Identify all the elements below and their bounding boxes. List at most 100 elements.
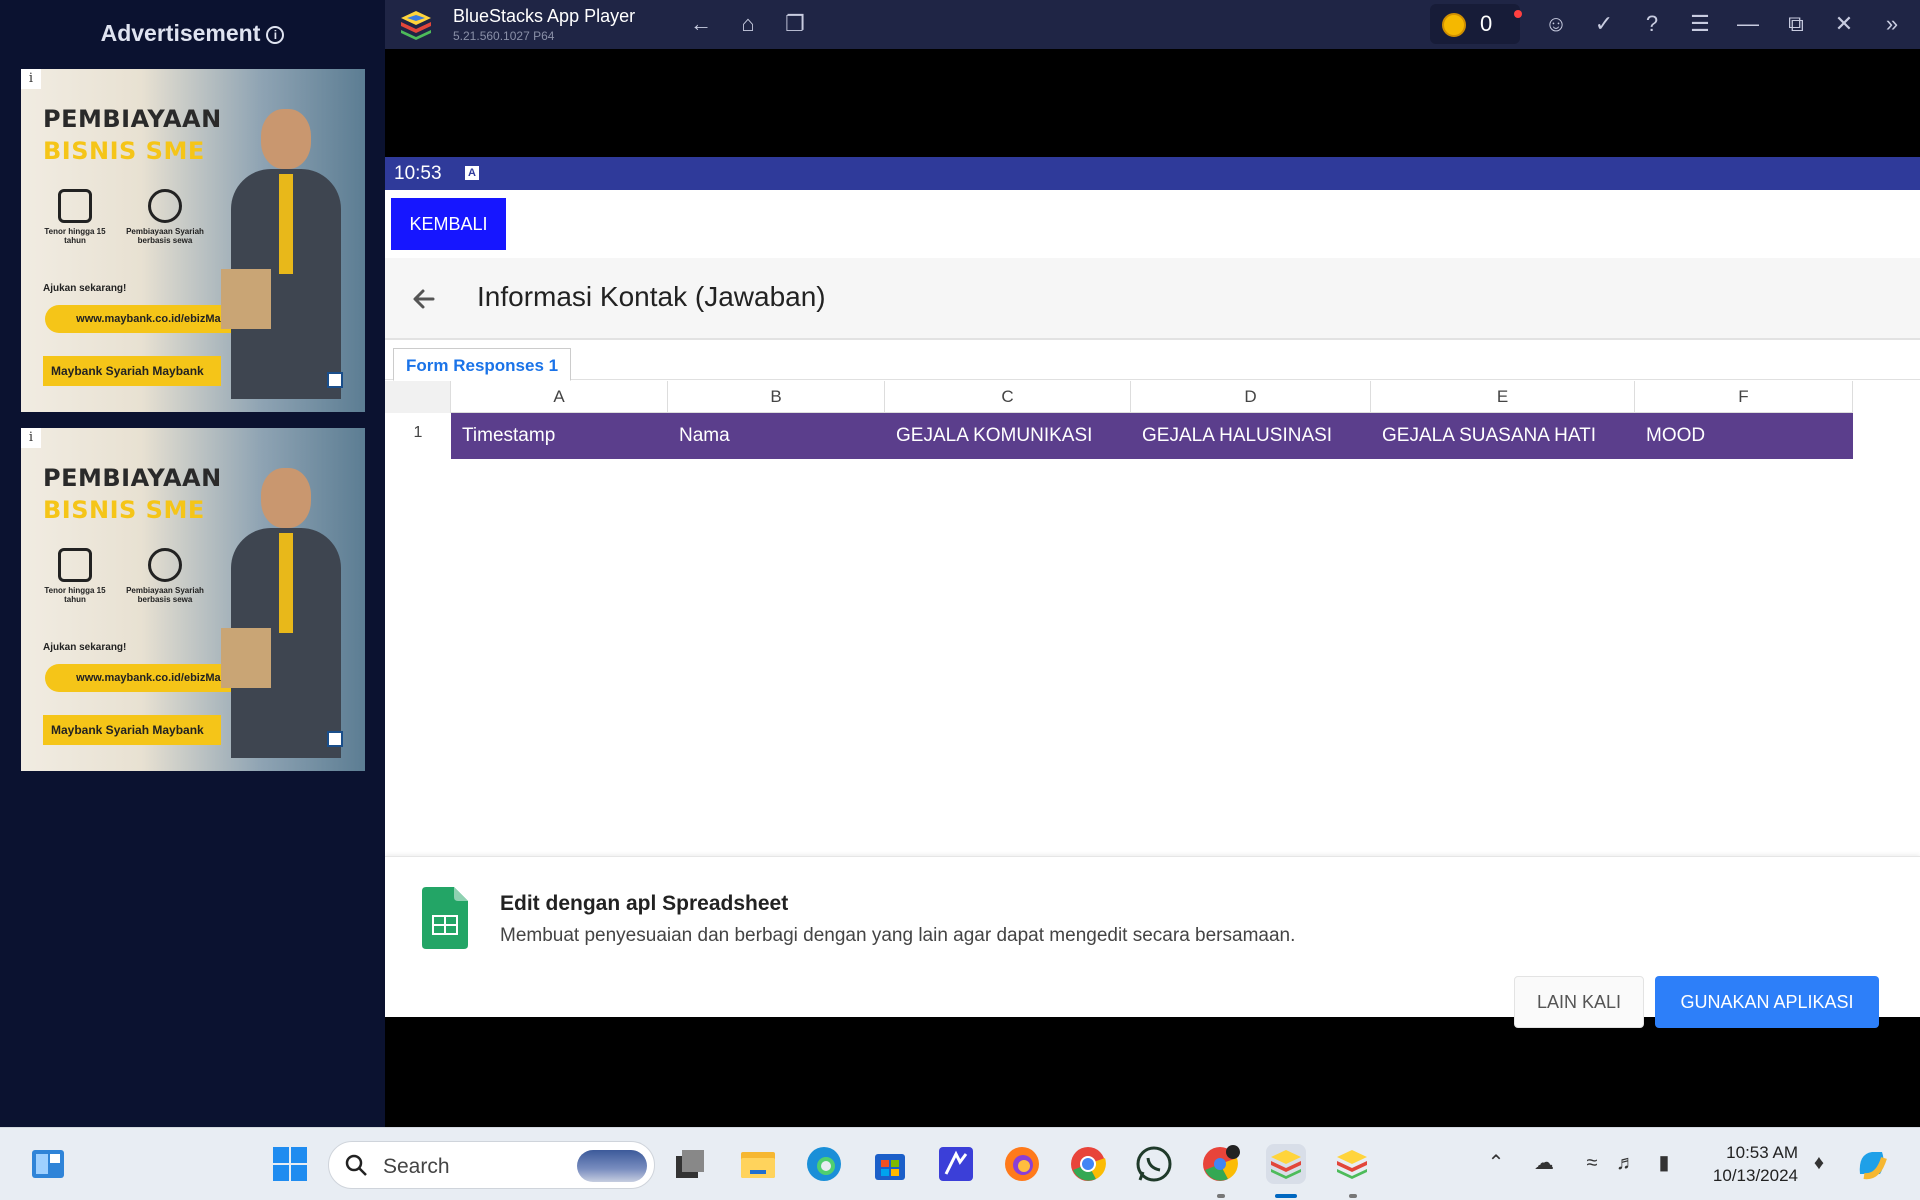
bluestacks-logo-icon	[401, 11, 431, 40]
ad-panel: Advertisement i i PEMBIAYAAN BISNIS SME T…	[0, 0, 385, 1127]
banner-description: Membuat penyesuaian dan berbagi dengan y…	[500, 925, 1296, 946]
column-header-row: A B C D E F	[385, 381, 1853, 413]
back-icon[interactable]: ←	[687, 10, 715, 38]
later-button[interactable]: LAIN KALI	[1514, 976, 1644, 1028]
ad-feature: Pembiayaan Syariah berbasis sewa	[125, 548, 205, 604]
coin-icon	[1442, 13, 1466, 37]
use-app-button[interactable]: GUNAKAN APLIKASI	[1655, 976, 1879, 1028]
ad-logos: Maybank Syariah Maybank	[43, 356, 221, 386]
google-sheets-icon	[422, 887, 468, 949]
banner-title: Edit dengan apl Spreadsheet	[500, 892, 789, 915]
ad-feature: Pembiayaan Syariah berbasis sewa	[125, 189, 205, 245]
ad-feature: Tenor hingga 15 tahun	[35, 548, 115, 604]
task-view-icon[interactable]	[670, 1144, 710, 1184]
close-icon[interactable]: ✕	[1830, 10, 1858, 38]
column-header-b[interactable]: B	[668, 381, 885, 413]
copilot-icon[interactable]	[1852, 1144, 1892, 1184]
info-icon[interactable]: i	[266, 25, 285, 44]
coin-hand-icon	[148, 548, 182, 582]
clock-time: 10:53 AM	[1726, 1143, 1798, 1162]
table-cell[interactable]: GEJALA KOMUNIKASI	[885, 413, 1131, 459]
windows-taskbar: Search ⌃ ☁ ≈ ♬ ▮ 10:53 AM 10/13/2024 ♦	[0, 1127, 1920, 1200]
volume-icon[interactable]: ♬	[1613, 1150, 1639, 1176]
file-explorer-icon[interactable]	[738, 1144, 778, 1184]
status-notification-icon: A	[465, 166, 479, 180]
ad-title: Advertisement i	[0, 20, 385, 47]
sheets-webview: KEMBALI Informasi Kontak (Jawaban) Form …	[385, 190, 1920, 1017]
search-highlight-image	[577, 1150, 647, 1182]
menu-icon[interactable]: ☰	[1686, 10, 1714, 38]
whatsapp-icon[interactable]	[1134, 1144, 1174, 1184]
coin-balance[interactable]: 0	[1430, 4, 1522, 44]
recent-apps-icon[interactable]: ❐	[781, 10, 809, 38]
column-header-f[interactable]: F	[1635, 381, 1853, 413]
ad-cta-text: Ajukan sekarang!	[43, 642, 127, 653]
account-icon[interactable]: ☺	[1542, 10, 1570, 38]
ad-cta-text: Ajukan sekarang!	[43, 283, 127, 294]
column-header-e[interactable]: E	[1371, 381, 1635, 413]
widgets-icon[interactable]	[28, 1144, 68, 1184]
sheet-tab-bar: Form Responses 1	[385, 342, 1920, 381]
start-icon[interactable]	[270, 1144, 310, 1184]
table-cell[interactable]: GEJALA SUASANA HATI	[1371, 413, 1635, 459]
store-icon[interactable]	[870, 1144, 910, 1184]
ad-headline: PEMBIAYAAN	[43, 105, 222, 133]
android-status-bar: 10:53 A	[385, 157, 1920, 190]
ad-headline-accent: BISNIS SME	[43, 496, 205, 524]
onedrive-icon[interactable]: ☁	[1531, 1150, 1557, 1176]
taskbar-search[interactable]: Search	[328, 1141, 655, 1189]
table-cell[interactable]: MOOD	[1635, 413, 1853, 459]
ad-headline: PEMBIAYAAN	[43, 464, 222, 492]
tab-form-responses[interactable]: Form Responses 1	[393, 348, 572, 381]
select-all-corner[interactable]	[385, 381, 451, 413]
firefox-icon[interactable]	[1002, 1144, 1042, 1184]
edge-icon[interactable]	[804, 1144, 844, 1184]
row-number[interactable]: 1	[385, 413, 451, 459]
table-cell[interactable]: Nama	[668, 413, 885, 459]
battery-icon[interactable]: ▮	[1651, 1150, 1677, 1176]
sidebar-toggle-icon[interactable]: »	[1878, 10, 1906, 38]
table-row: 1 Timestamp Nama GEJALA KOMUNIKASI GEJAL…	[385, 413, 1853, 459]
bluestacks-titlebar: BlueStacks App Player 5.21.560.1027 P64 …	[385, 0, 1920, 49]
notification-bell-icon[interactable]: ♦	[1806, 1150, 1832, 1176]
ad-mini-icon	[327, 731, 343, 747]
column-header-c[interactable]: C	[885, 381, 1131, 413]
help-icon[interactable]: ?	[1638, 10, 1666, 38]
ad-mini-icon	[327, 372, 343, 388]
search-placeholder: Search	[383, 1155, 450, 1178]
emulator-screen: 10:53 A KEMBALI Informasi Kontak (Jawaba…	[385, 49, 1920, 1127]
app-version: 5.21.560.1027 P64	[453, 29, 555, 43]
restore-icon[interactable]: ⧉	[1782, 10, 1810, 38]
column-header-d[interactable]: D	[1131, 381, 1371, 413]
minimize-icon[interactable]: —	[1734, 10, 1762, 38]
ad-person-image	[221, 458, 341, 758]
sheet-title: Informasi Kontak (Jawaban)	[477, 281, 826, 312]
system-clock[interactable]: 10:53 AM 10/13/2024	[1688, 1141, 1798, 1187]
ad-card[interactable]: i PEMBIAYAAN BISNIS SME Tenor hingga 15 …	[21, 69, 365, 412]
kembali-button[interactable]: KEMBALI	[391, 198, 506, 250]
chevron-up-icon[interactable]: ⌃	[1483, 1150, 1509, 1176]
wifi-icon[interactable]: ≈	[1579, 1150, 1605, 1176]
chrome-icon[interactable]	[1068, 1144, 1108, 1184]
ad-feature: Tenor hingga 15 tahun	[35, 189, 115, 245]
ad-card[interactable]: i PEMBIAYAAN BISNIS SME Tenor hingga 15 …	[21, 428, 365, 771]
ad-choices-icon[interactable]: i	[21, 428, 41, 448]
table-cell[interactable]: GEJALA HALUSINASI	[1131, 413, 1371, 459]
running-indicator	[1349, 1194, 1357, 1198]
ad-person-image	[221, 99, 341, 399]
chrome-profile-icon[interactable]	[1200, 1144, 1240, 1184]
calendar-icon	[58, 548, 92, 582]
eco-mode-icon[interactable]: ✓	[1590, 10, 1618, 38]
coin-hand-icon	[148, 189, 182, 223]
back-arrow-icon[interactable]	[407, 282, 441, 316]
home-icon[interactable]: ⌂	[734, 10, 762, 38]
ad-choices-icon[interactable]: i	[21, 69, 41, 89]
table-cell[interactable]: Timestamp	[451, 413, 668, 459]
status-time: 10:53	[394, 163, 442, 184]
column-header-a[interactable]: A	[451, 381, 668, 413]
bluestacks-multi-icon[interactable]	[1332, 1144, 1372, 1184]
active-indicator	[1275, 1194, 1297, 1198]
bluestacks-icon[interactable]	[1266, 1144, 1306, 1184]
app-icon[interactable]	[936, 1144, 976, 1184]
search-icon	[345, 1154, 367, 1176]
